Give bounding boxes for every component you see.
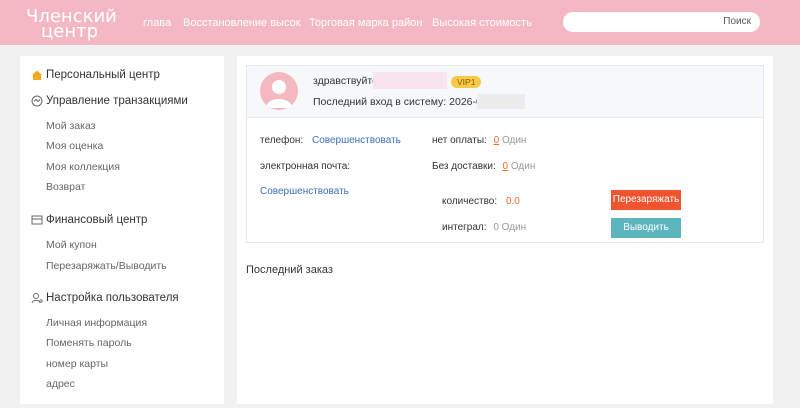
undelivered-row: Без доставки: 0 Один	[432, 160, 535, 173]
integral-value: 0 Один	[493, 222, 527, 233]
unpaid-count[interactable]: 0	[494, 135, 500, 146]
nav-item-home[interactable]: главa	[143, 15, 171, 31]
sidebar-item-change-password[interactable]: Поменять пароль	[46, 336, 132, 350]
finance-icon	[31, 215, 43, 225]
unpaid-unit: Один	[501, 135, 527, 146]
phone-label: телефон:	[260, 135, 304, 146]
sidebar-item-my-orders[interactable]: Мой заказ	[46, 119, 96, 133]
recharge-button[interactable]: Перезаряжать	[611, 190, 681, 210]
email-row: электронная почта:	[260, 160, 350, 173]
undelivered-count[interactable]: 0	[503, 161, 509, 172]
nav-item-high-value[interactable]: Высокая стоимость	[432, 15, 532, 31]
greeting-label: здравствуйте:	[313, 75, 381, 87]
email-improve-link[interactable]: Совершенствовать	[260, 186, 349, 197]
sidebar-section-user-settings[interactable]: Настройка пользователя	[31, 290, 179, 306]
sidebar-item-card-number[interactable]: номер карты	[46, 357, 108, 371]
sidebar-item-my-collection[interactable]: Моя коллекция	[46, 160, 120, 174]
unpaid-row: нет оплаты: 0 Один	[432, 134, 526, 147]
user-avatar-icon	[266, 80, 292, 108]
sidebar-item-address[interactable]: адрес	[46, 377, 75, 391]
last-login-placeholder	[477, 94, 525, 109]
user-settings-icon	[31, 293, 43, 304]
sidebar-item-recharge-withdraw[interactable]: Перезаряжать/Выводить	[46, 259, 167, 273]
email-label: электронная почта:	[260, 161, 351, 172]
sidebar-section-label: Настройка пользователя	[46, 292, 179, 304]
undelivered-label: Без доставки:	[432, 161, 496, 172]
withdraw-button[interactable]: Выводить	[611, 218, 681, 238]
site-logo[interactable]: Членский центр	[26, 8, 117, 43]
vip-badge: VIP1	[451, 76, 482, 88]
recent-order-title: Последний заказ	[246, 264, 333, 276]
avatar[interactable]	[260, 72, 298, 110]
sidebar-section-transactions[interactable]: Управление транзакциями	[31, 93, 188, 109]
sidebar-section-label: Финансовый центр	[46, 214, 148, 226]
undelivered-unit: Один	[510, 161, 536, 172]
nav-item-restore[interactable]: Восстановление высок	[183, 15, 301, 31]
sidebar-item-personal-info[interactable]: Личная информация	[46, 316, 147, 330]
main-content: здравствуйте: VIP1 Последний вход в сист…	[237, 56, 773, 404]
quantity-row: количество: 0.0	[442, 195, 520, 208]
sidebar: Персональный центр Управление транзакция…	[20, 56, 224, 404]
last-login: Последний вход в систему: 2026-09	[313, 96, 488, 109]
integral-row: интеграл: 0 Один	[442, 221, 526, 234]
integral-label: интеграл:	[442, 222, 487, 233]
phone-row: телефон: Совершенствовать	[260, 134, 401, 147]
email-improve-row: Совершенствовать	[260, 185, 349, 198]
search-input[interactable]	[573, 14, 713, 30]
search-box: Поиск	[563, 12, 760, 32]
transaction-icon	[31, 95, 43, 107]
nav-item-brand-area[interactable]: Торговая марка район	[309, 15, 422, 31]
search-button[interactable]: Поиск	[723, 15, 751, 29]
phone-improve-link[interactable]: Совершенствовать	[312, 135, 401, 146]
sidebar-item-returns[interactable]: Возврат	[46, 180, 85, 194]
sidebar-section-personal-center[interactable]: Персональный центр	[31, 67, 160, 83]
home-icon	[32, 70, 42, 80]
sidebar-section-finance[interactable]: Финансовый центр	[31, 212, 147, 228]
sidebar-section-label: Персональный центр	[46, 69, 160, 81]
last-login-label: Последний вход в систему:	[313, 96, 447, 108]
quantity-value: 0.0	[505, 196, 520, 207]
quantity-label: количество:	[442, 196, 498, 207]
top-header: Членский центр главa Восстановление высо…	[0, 0, 800, 45]
sidebar-section-label: Управление транзакциями	[46, 95, 188, 107]
sidebar-item-my-reviews[interactable]: Моя оценка	[46, 139, 103, 153]
username-placeholder	[373, 72, 447, 89]
sidebar-item-my-coupons[interactable]: Мой купон	[46, 238, 97, 252]
unpaid-label: нет оплаты:	[432, 135, 487, 146]
profile-summary: здравствуйте: VIP1 Последний вход в сист…	[247, 66, 763, 118]
profile-card: здравствуйте: VIP1 Последний вход в сист…	[246, 65, 764, 243]
